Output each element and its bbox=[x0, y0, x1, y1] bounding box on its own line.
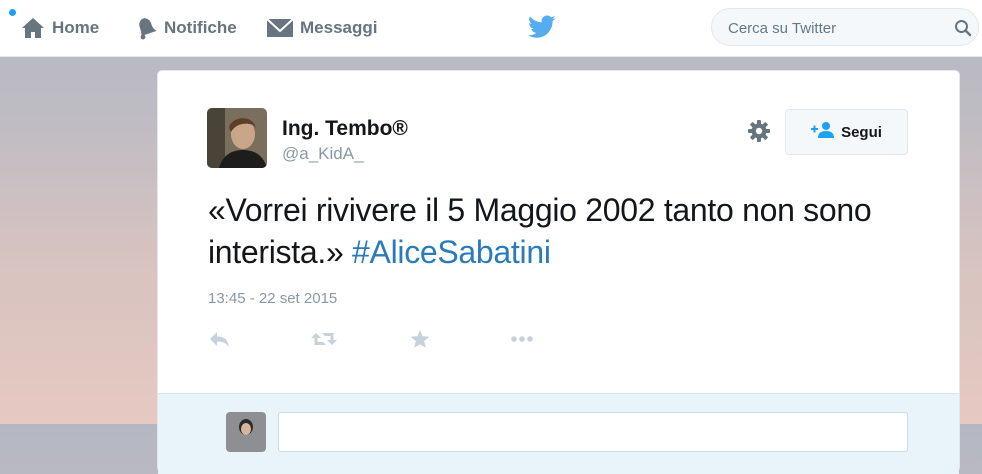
retweet-icon[interactable] bbox=[310, 329, 338, 354]
reply-input[interactable] bbox=[278, 412, 908, 452]
nav-messages-label: Messaggi bbox=[300, 18, 378, 37]
current-user-avatar bbox=[226, 412, 266, 452]
tweet-text: «Vorrei rivivere il 5 Maggio 2002 tanto … bbox=[208, 189, 908, 273]
gear-icon[interactable] bbox=[747, 119, 771, 148]
reply-area bbox=[158, 393, 959, 474]
follow-button[interactable]: Segui bbox=[785, 109, 908, 155]
nav-messages[interactable]: Messaggi bbox=[266, 0, 377, 56]
more-icon[interactable] bbox=[510, 329, 534, 354]
user-fullname[interactable]: Ing. Tembo® bbox=[282, 117, 408, 141]
bell-icon bbox=[134, 15, 158, 41]
star-icon[interactable] bbox=[409, 329, 431, 354]
hashtag-link[interactable]: #AliceSabatini bbox=[352, 234, 551, 270]
top-navigation-bar: Home Notifiche Messaggi bbox=[0, 0, 982, 57]
search-icon[interactable] bbox=[954, 19, 972, 42]
search-box[interactable] bbox=[711, 8, 979, 47]
new-content-indicator bbox=[9, 9, 16, 16]
tweet-timestamp[interactable]: 13:45 - 22 set 2015 bbox=[208, 290, 337, 307]
follow-button-label: Segui bbox=[841, 123, 882, 141]
tweet-card: Ing. Tembo® @a_KidA_ Segui «Vorrei riviv… bbox=[157, 70, 960, 474]
nav-home-label: Home bbox=[52, 18, 100, 37]
home-icon bbox=[20, 16, 46, 40]
add-user-icon bbox=[811, 121, 841, 143]
reply-icon[interactable] bbox=[208, 329, 232, 354]
nav-notifications-label: Notifiche bbox=[164, 18, 237, 37]
avatar[interactable] bbox=[207, 108, 267, 168]
user-handle[interactable]: @a_KidA_ bbox=[282, 144, 364, 164]
twitter-bird-icon[interactable] bbox=[528, 15, 556, 44]
nav-notifications[interactable]: Notifiche bbox=[134, 0, 237, 56]
envelope-icon bbox=[266, 17, 294, 39]
nav-home[interactable]: Home bbox=[20, 0, 99, 56]
search-input[interactable] bbox=[726, 9, 950, 47]
